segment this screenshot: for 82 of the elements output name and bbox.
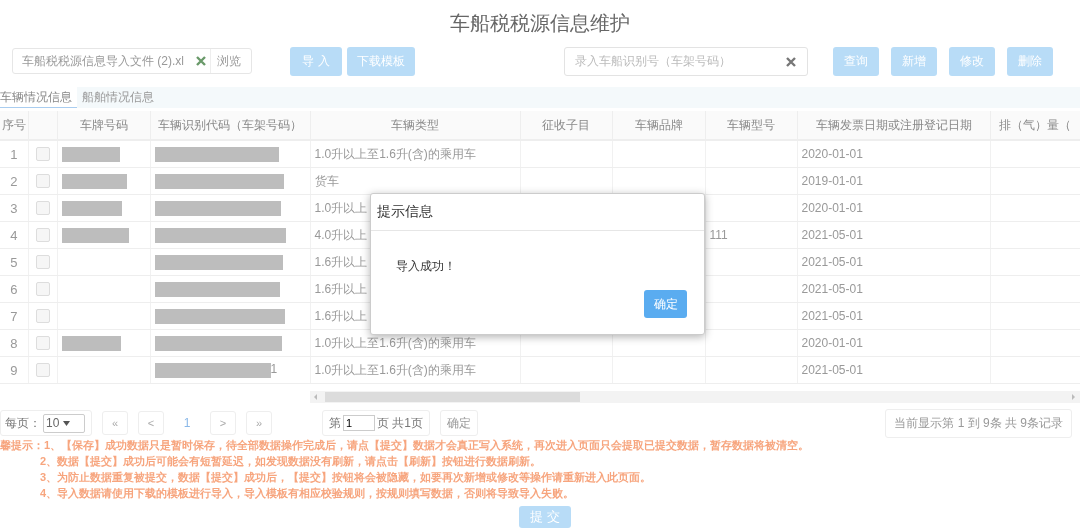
column-header: 车牌号码: [57, 111, 150, 140]
table-cell: 2020-01-01: [801, 336, 863, 350]
download-template-button[interactable]: 下载模板: [347, 46, 415, 76]
table-cell: 2021-05-01: [801, 228, 863, 242]
notes-label: 馨提示：: [0, 438, 44, 453]
table-cell: 2019-01-01: [801, 174, 863, 188]
row-checkbox[interactable]: [35, 147, 50, 161]
row-number: 5: [0, 248, 28, 276]
toolbar-button[interactable]: 查询: [833, 46, 879, 76]
dialog-title: 提示信息: [371, 194, 704, 231]
table-cell: 1.6升以上: [314, 308, 368, 323]
table-cell: 2020-01-01: [801, 201, 863, 215]
submit-button[interactable]: 提 交: [519, 506, 571, 528]
toolbar-button[interactable]: 新增: [891, 46, 937, 76]
table-cell: 4.0升以上: [314, 227, 368, 242]
dialog-message: 导入成功！: [396, 258, 457, 275]
note-text: 2、数据【提交】成功后可能会有短暂延迟，如发现数据没有刷新，请点击【刷新】按钮进行数据刷新。: [40, 454, 543, 469]
column-header: 征收子目: [520, 111, 612, 140]
note-text: 3、为防止数据重复被提交，数据【提交】成功后，【提交】按钮将会被隐藏，如要再次新增或修改等操作请重新进入此页面。: [40, 470, 653, 485]
page-label: 第: [329, 414, 341, 432]
table-cell: 2020-01-01: [801, 147, 863, 161]
note-text: 1、【保存】成功数据只是暂时保存，待全部数据操作完成后，请点【提交】数据才会真正写入系统，再次进入页面只会提取已提交数据，暂存数据将被清空。: [44, 438, 810, 453]
import-button[interactable]: 导 入: [290, 46, 342, 76]
row-checkbox[interactable]: [35, 309, 50, 323]
table-cell: 货车: [314, 173, 339, 188]
row-checkbox[interactable]: [35, 201, 50, 215]
row-number: 3: [0, 194, 28, 222]
record-summary: 当前显示第 1 到 9条 共 9条记录: [885, 408, 1072, 438]
page-button[interactable]: «: [102, 411, 128, 435]
toolbar-button[interactable]: 删除: [1007, 46, 1053, 76]
row-checkbox[interactable]: [35, 336, 50, 350]
confirm-button[interactable]: 确定: [644, 290, 687, 318]
column-header: 排（气）量（: [990, 111, 1080, 140]
table-cell: 1: [270, 362, 278, 377]
per-page-select[interactable]: 10: [43, 413, 85, 433]
row-checkbox[interactable]: [35, 282, 50, 296]
tab[interactable]: 车辆情况信息: [0, 87, 77, 108]
row-number: 8: [0, 329, 28, 357]
column-header: 车辆品牌: [612, 111, 705, 140]
column-header: 车辆类型: [310, 111, 520, 140]
table-cell: 1.0升以上至1.6升(含)的乘用车: [314, 335, 476, 350]
column-header: 序号: [0, 111, 28, 140]
row-number: 2: [0, 167, 28, 195]
tab[interactable]: 船舶情况信息: [82, 87, 159, 108]
horizontal-scrollbar[interactable]: [310, 390, 1080, 403]
file-field[interactable]: 车船税税源信息导入文件 (2).xl 浏览: [12, 48, 252, 74]
table-cell: 2021-05-01: [801, 282, 863, 296]
table-cell: 2021-05-01: [801, 363, 863, 377]
toolbar-button[interactable]: 修改: [949, 46, 995, 76]
page-input[interactable]: 1: [343, 415, 375, 431]
row-number: 7: [0, 302, 28, 330]
page-button[interactable]: <: [138, 411, 164, 435]
page-total: 页 共1页: [377, 414, 423, 432]
table-cell: 1.6升以上: [314, 281, 368, 296]
table-cell: 1.0升以上至1.6升(含)的乘用车: [314, 146, 476, 161]
clear-icon[interactable]: [196, 56, 206, 66]
row-number: 9: [0, 356, 28, 384]
column-header: 车辆识别代码（车架号码）: [150, 111, 310, 140]
row-number: 6: [0, 275, 28, 303]
page-button[interactable]: »: [246, 411, 272, 435]
column-header: 车辆型号: [705, 111, 797, 140]
row-checkbox[interactable]: [35, 363, 50, 377]
per-page-label: 每页：: [5, 414, 41, 432]
row-checkbox[interactable]: [35, 174, 50, 188]
page-title: 车船税税源信息维护: [449, 11, 631, 36]
go-button[interactable]: 确定: [440, 410, 478, 436]
clear-icon[interactable]: [786, 56, 796, 67]
note-text: 4、导入数据请使用下载的模板进行导入，导入模板有相应校验规则，按规则填写数据，否则将导致导入失败。: [40, 486, 576, 501]
row-checkbox[interactable]: [35, 255, 50, 269]
search-field[interactable]: 录入车船识别号（车架号码）: [564, 46, 808, 76]
table-cell: 1.0升以上至1.6升(含)的乘用车: [314, 362, 476, 377]
column-header: 车辆发票日期或注册登记日期: [797, 111, 990, 140]
row-number: 4: [0, 221, 28, 249]
caret-icon: [63, 420, 71, 426]
table-cell: 111: [709, 228, 728, 242]
table-cell: 2021-05-01: [801, 309, 863, 323]
table-cell: 1.0升以上: [314, 200, 368, 215]
row-checkbox[interactable]: [35, 228, 50, 242]
page-button[interactable]: >: [210, 411, 236, 435]
table-cell: 1.6升以上: [314, 254, 368, 269]
table-cell: 2021-05-01: [801, 255, 863, 269]
row-number: 1: [0, 140, 28, 168]
